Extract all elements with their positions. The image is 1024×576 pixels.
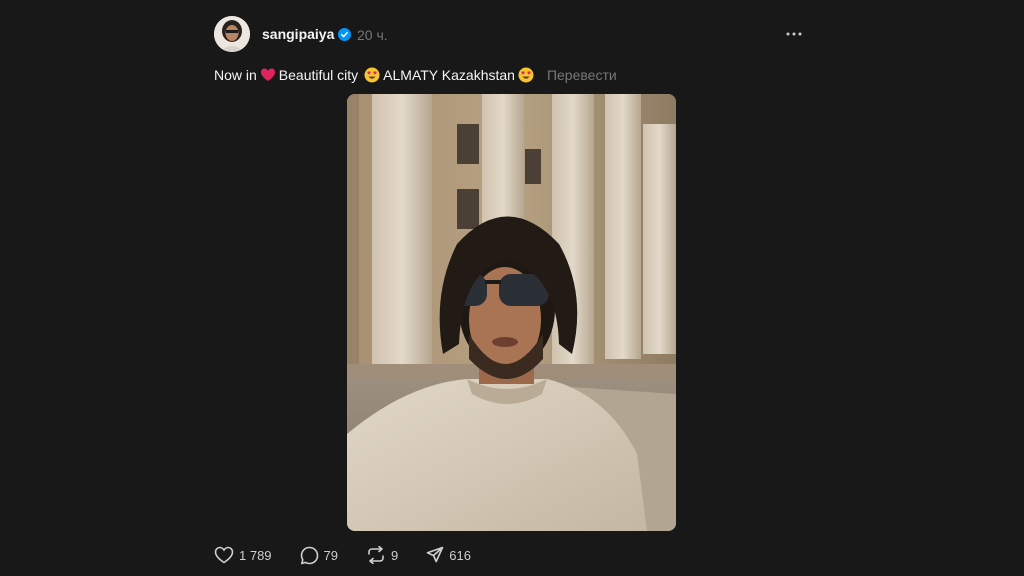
like-count: 1 789 (239, 547, 272, 563)
caption-text-1: Now in (214, 67, 257, 83)
heart-eyes-emoji (364, 67, 380, 83)
heart-eyes-emoji (518, 67, 534, 83)
avatar-image (214, 16, 250, 52)
reply-count: 79 (323, 547, 339, 563)
send-icon (426, 546, 444, 563)
post-actions: 1 789 79 9 616 (214, 544, 499, 566)
post-header: sangipaiya 20 ч. (214, 16, 804, 56)
reply-button[interactable]: 79 (300, 546, 338, 565)
avatar[interactable] (214, 16, 250, 52)
heart-icon (214, 546, 234, 564)
translate-link[interactable]: Перевести (547, 67, 617, 83)
share-count: 616 (449, 547, 471, 563)
post-photo[interactable] (347, 94, 676, 531)
repost-button[interactable]: 9 (366, 546, 398, 564)
selfie-photo (347, 94, 676, 531)
post: sangipaiya 20 ч. Now in Beautiful city A… (214, 16, 804, 576)
comment-icon (300, 546, 318, 564)
post-timestamp[interactable]: 20 ч. (357, 27, 388, 43)
more-options-button[interactable] (784, 24, 804, 44)
verified-badge-icon (338, 28, 351, 41)
red-heart-emoji (260, 68, 275, 81)
post-caption: Now in Beautiful city ALMATY Kazakhstan … (214, 67, 617, 83)
caption-text-2: Beautiful city (278, 67, 359, 83)
repost-count: 9 (391, 547, 399, 563)
caption-text-3: ALMATY Kazakhstan (383, 67, 515, 83)
username[interactable]: sangipaiya (262, 26, 334, 42)
share-button[interactable]: 616 (426, 546, 471, 564)
like-button[interactable]: 1 789 (214, 546, 272, 564)
repost-icon (368, 546, 384, 564)
more-icon (786, 32, 802, 36)
